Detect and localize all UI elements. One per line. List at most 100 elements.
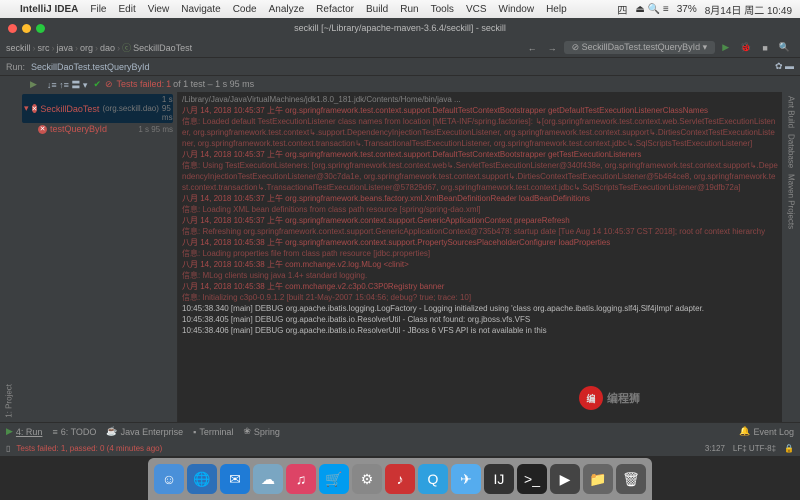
console-line: 八月 14, 2018 10:45:37 上午 org.springframew… (182, 215, 778, 226)
dock-app-icon[interactable]: 📁 (583, 464, 613, 494)
encoding[interactable]: LF‡ UTF-8‡ (733, 444, 776, 453)
menu-tools[interactable]: Tools (431, 4, 454, 15)
minimize-icon[interactable] (22, 24, 31, 33)
crumb[interactable]: seckill (6, 43, 31, 53)
console-line: 信息: Loading XML bean definitions from cl… (182, 204, 778, 215)
crumb[interactable]: SeckillDaoTest (133, 43, 192, 53)
fail-icon: ✕ (32, 104, 38, 113)
dock-app-icon[interactable]: ⚙ (352, 464, 382, 494)
back-button[interactable]: ← (524, 42, 541, 54)
dock-app-icon[interactable]: >_ (517, 464, 547, 494)
console-line: 八月 14, 2018 10:45:38 上午 com.mchange.v2.c… (182, 281, 778, 292)
tab-maven[interactable]: Maven Projects (787, 174, 796, 229)
menu-file[interactable]: File (90, 4, 106, 15)
dock-app-icon[interactable]: 🌐 (187, 464, 217, 494)
watermark-logo: 编 (579, 386, 603, 410)
forward-button[interactable]: → (544, 42, 561, 54)
left-gutter[interactable]: 1: Project (0, 92, 18, 422)
lock-icon[interactable]: 🔒 (784, 444, 794, 453)
crumb[interactable]: java (57, 43, 74, 53)
run-header: Run: SeckillDaoTest.testQueryById ✿ ▬ (0, 58, 800, 76)
dock-app-icon[interactable]: ☁ (253, 464, 283, 494)
dock-app-icon[interactable]: ☺ (154, 464, 184, 494)
tree-child[interactable]: ✕ testQueryById 1 s 95 ms (22, 123, 173, 135)
dock-app-icon[interactable]: 🗑 (616, 464, 646, 494)
tab-project[interactable]: 1: Project (5, 384, 14, 418)
tab-run[interactable]: ▶4: Run (6, 426, 42, 437)
menu-navigate[interactable]: Navigate (181, 4, 220, 15)
menu-help[interactable]: Help (546, 4, 567, 15)
test-tree[interactable]: ▾✕ SeckillDaoTest (org.seckill.dao) 1 s … (18, 92, 178, 422)
settings-icon[interactable]: ✿ ▬ (775, 61, 794, 72)
console-line: 信息: Refreshing org.springframework.conte… (182, 226, 778, 237)
console-line: /Library/Java/JavaVirtualMachines/jdk1.8… (182, 94, 778, 105)
console-line: 信息: Loading properties file from class p… (182, 248, 778, 259)
test-status-bar: ▶ ↓≡ ↑≡ 〓 ▾ ✔ ⊘ Tests failed: 1 of 1 tes… (0, 76, 800, 92)
toolbar: seckill› src› java› org› dao› ⓒSeckillDa… (0, 38, 800, 58)
menu-run[interactable]: Run (400, 4, 418, 15)
menu-code[interactable]: Code (233, 4, 257, 15)
crumb[interactable]: dao (100, 43, 115, 53)
menu-vcs[interactable]: VCS (466, 4, 487, 15)
menubar-clock[interactable]: 8月14日 周二 10:49 (705, 2, 792, 17)
console-output[interactable]: /Library/Java/JavaVirtualMachines/jdk1.8… (178, 92, 782, 422)
caret-position: 3:127 (705, 444, 725, 453)
dock-app-icon[interactable]: Q (418, 464, 448, 494)
menu-window[interactable]: Window (499, 4, 535, 15)
watermark-text: 编程狮 (607, 390, 640, 406)
status-icon[interactable]: ▯ (6, 444, 10, 453)
tab-terminal[interactable]: ▪ Terminal (193, 427, 233, 437)
dock-app-icon[interactable]: 🛒 (319, 464, 349, 494)
fail-icon: ⊘ (105, 79, 113, 90)
tests-failed-label: Tests failed: (117, 79, 165, 89)
status-message: Tests failed: 1, passed: 0 (4 minutes ag… (16, 444, 162, 453)
console-line: 信息: MLog clients using java 1.4+ standar… (182, 270, 778, 281)
menu-build[interactable]: Build (366, 4, 388, 15)
console-line: 10:45:38.406 [main] DEBUG org.apache.iba… (182, 325, 778, 336)
mac-menubar: IntelliJ IDEA File Edit View Navigate Co… (0, 0, 800, 18)
zoom-icon[interactable] (36, 24, 45, 33)
stop-button[interactable]: ■ (758, 42, 771, 54)
run-button[interactable]: ▶ (718, 41, 733, 54)
menubar-icons[interactable]: ⏏ 🔍 ≡ (635, 4, 668, 15)
debug-button[interactable]: 🐞 (736, 41, 755, 54)
tab-java-ee[interactable]: ☕ Java Enterprise (106, 426, 183, 437)
status-bar: ▯ Tests failed: 1, passed: 0 (4 minutes … (0, 440, 800, 456)
tab-ant[interactable]: Ant Build (787, 96, 796, 128)
tree-root[interactable]: ▾✕ SeckillDaoTest (org.seckill.dao) 1 s … (22, 94, 173, 123)
tab-todo[interactable]: ≡ 6: TODO (52, 427, 96, 437)
run-label: Run: (6, 62, 25, 72)
crumb[interactable]: org (80, 43, 93, 53)
menubar-lang[interactable]: 四 (617, 2, 627, 17)
tab-spring[interactable]: ❀ Spring (243, 426, 280, 437)
console-line: 10:45:38.340 [main] DEBUG org.apache.iba… (182, 303, 778, 314)
console-line: 八月 14, 2018 10:45:37 上午 org.springframew… (182, 149, 778, 160)
menu-refactor[interactable]: Refactor (316, 4, 354, 15)
app-name[interactable]: IntelliJ IDEA (20, 4, 78, 15)
console-line: 信息: Initializing c3p0-0.9.1.2 [built 21-… (182, 292, 778, 303)
close-icon[interactable] (8, 24, 17, 33)
dock-app-icon[interactable]: IJ (484, 464, 514, 494)
search-icon[interactable]: 🔍 (775, 41, 794, 54)
tab-database[interactable]: Database (787, 134, 796, 168)
crumb[interactable]: src (38, 43, 50, 53)
breadcrumb[interactable]: seckill› src› java› org› dao› ⓒSeckillDa… (6, 41, 192, 54)
right-gutter[interactable]: Ant Build Database Maven Projects (782, 92, 800, 422)
menubar-battery: 37% (677, 4, 697, 15)
window-titlebar: seckill [~/Library/apache-maven-3.6.4/se… (0, 18, 800, 38)
dock-app-icon[interactable]: ✈ (451, 464, 481, 494)
console-line: 10:45:38.405 [main] DEBUG org.apache.iba… (182, 314, 778, 325)
rerun-icon[interactable]: ▶ (30, 79, 37, 90)
dock-app-icon[interactable]: ♪ (385, 464, 415, 494)
dock-app-icon[interactable]: ♫ (286, 464, 316, 494)
menu-analyze[interactable]: Analyze (269, 4, 305, 15)
run-config-selector[interactable]: ⊘ SeckillDaoTest.testQueryById ▾ (564, 41, 716, 54)
dock-app-icon[interactable]: ▶ (550, 464, 580, 494)
menu-view[interactable]: View (148, 4, 170, 15)
mac-dock[interactable]: ☺🌐✉☁♫🛒⚙♪Q✈IJ>_▶📁🗑 (148, 458, 652, 500)
console-line: 八月 14, 2018 10:45:38 上午 com.mchange.v2.l… (182, 259, 778, 270)
event-log[interactable]: 🔔 Event Log (739, 426, 794, 437)
watermark: 编 编程狮 (579, 386, 640, 410)
dock-app-icon[interactable]: ✉ (220, 464, 250, 494)
menu-edit[interactable]: Edit (118, 4, 135, 15)
